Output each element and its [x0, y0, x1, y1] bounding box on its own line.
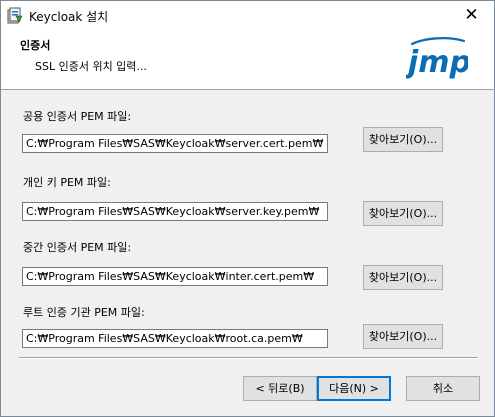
- private-key-browse-button[interactable]: 찾아보기(O)...: [363, 201, 443, 226]
- close-button[interactable]: ✕: [449, 1, 494, 31]
- logo-text: jmp: [406, 45, 468, 80]
- root-ca-browse-button[interactable]: 찾아보기(O)...: [363, 324, 443, 349]
- page-title: 인증서: [20, 39, 51, 52]
- public-cert-label: 공용 인증서 PEM 파일:: [23, 110, 132, 123]
- root-ca-input[interactable]: C:₩Program Files₩SAS₩Keycloak₩root.ca.pe…: [22, 329, 328, 348]
- intermediate-cert-input[interactable]: C:₩Program Files₩SAS₩Keycloak₩inter.cert…: [22, 267, 328, 286]
- page-subtitle: SSL 인증서 위치 입력...: [35, 60, 147, 73]
- intermediate-cert-label: 중간 인증서 PEM 파일:: [23, 241, 132, 254]
- window-title: Keycloak 설치: [29, 10, 109, 24]
- back-button[interactable]: < 뒤로(B): [243, 376, 317, 401]
- public-cert-browse-button[interactable]: 찾아보기(O)...: [363, 127, 443, 152]
- close-icon: ✕: [464, 5, 479, 25]
- next-button[interactable]: 다음(N) >: [317, 376, 391, 401]
- jmp-logo: jmp: [406, 37, 468, 80]
- installer-icon: [7, 7, 23, 24]
- cancel-button[interactable]: 취소: [406, 376, 480, 401]
- header-banner: 인증서 SSL 인증서 위치 입력... jmp: [1, 31, 494, 90]
- title-bar: Keycloak 설치 ✕: [1, 1, 494, 31]
- root-ca-label: 루트 인증 기관 PEM 파일:: [23, 306, 145, 319]
- intermediate-cert-browse-button[interactable]: 찾아보기(O)...: [363, 265, 443, 290]
- installer-window: Keycloak 설치 ✕ 인증서 SSL 인증서 위치 입력... jmp 공…: [0, 0, 495, 417]
- footer-divider-highlight: [19, 358, 478, 359]
- public-cert-input[interactable]: C:₩Program Files₩SAS₩Keycloak₩server.cer…: [22, 134, 328, 153]
- private-key-input[interactable]: C:₩Program Files₩SAS₩Keycloak₩server.key…: [22, 202, 328, 221]
- private-key-label: 개인 키 PEM 파일:: [23, 176, 111, 189]
